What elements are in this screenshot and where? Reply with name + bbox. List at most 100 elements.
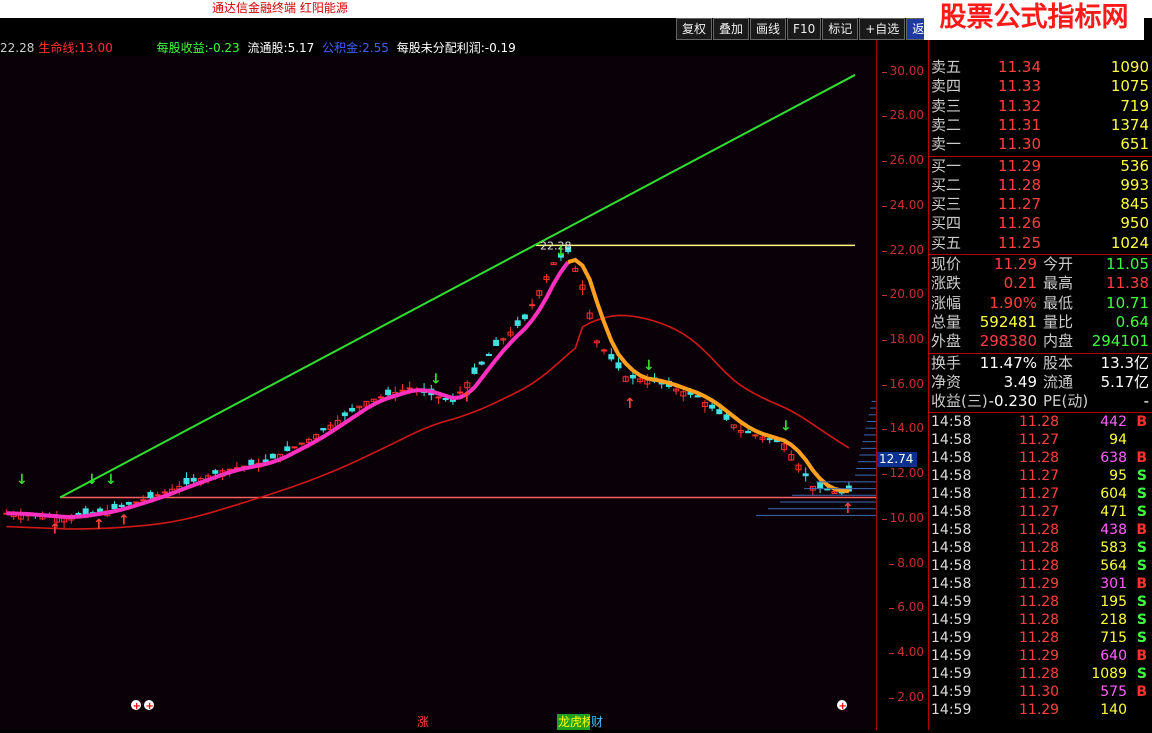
- candle-body: [629, 374, 636, 379]
- tick-time: 14:59: [931, 684, 972, 701]
- candle-body: [269, 453, 276, 459]
- tick-volume: 140: [1100, 702, 1127, 719]
- bid-price: 11.26: [998, 214, 1041, 233]
- candle-body: [118, 504, 125, 507]
- y-tick-label: 24.00: [881, 197, 924, 212]
- stat-value: 3.49: [1003, 372, 1037, 391]
- y-tick-label: 6.00: [889, 600, 924, 615]
- event-marker-plus: +: [133, 701, 141, 712]
- candle-body: [406, 387, 413, 390]
- tick-volume: 471: [1100, 504, 1127, 521]
- reserve-value: 2.55: [362, 41, 389, 55]
- eps-value: -0.23: [208, 41, 240, 55]
- tick-row: 14:58 11.27 95 S: [929, 467, 1152, 485]
- y-tick-label: 4.00: [889, 645, 924, 660]
- sell-arrow-icon: ↑: [49, 521, 61, 537]
- toolbar-button-1[interactable]: 叠加: [713, 18, 750, 40]
- stat-label: 股本: [1043, 353, 1074, 372]
- candle-body: [608, 354, 615, 360]
- tick-volume: 438: [1100, 522, 1127, 539]
- candle-body: [766, 438, 773, 441]
- tick-price: 11.29: [1019, 648, 1060, 665]
- toolbar-button-3[interactable]: F10: [787, 18, 822, 40]
- toolbar-button-5[interactable]: +自选: [859, 18, 906, 40]
- y-tick-label: 16.00: [881, 376, 924, 391]
- tick-price: 11.27: [1019, 504, 1060, 521]
- tick-row: 14:58 11.28 438 B: [929, 521, 1152, 539]
- tick-price: 11.29: [1019, 576, 1060, 593]
- candle-body: [82, 508, 89, 515]
- stat-label: 现价: [931, 255, 962, 273]
- ask-label: 卖二: [931, 115, 962, 134]
- kline-chart[interactable]: 22.28 ↓ ↓ ↓ ↓ ↓ ↓ ↓ ↑ ↑ ↑ ↑ ↑ ↑ + + +: [0, 56, 876, 730]
- candle-body: [190, 477, 197, 482]
- candle-body: [485, 353, 492, 356]
- quote-row: 买二 11.28 993: [929, 176, 1152, 195]
- toolbar-button-4[interactable]: 标记: [822, 18, 859, 40]
- tick-side: S: [1136, 468, 1147, 485]
- tick-side: S: [1136, 504, 1147, 521]
- tick-time: 14:59: [931, 648, 972, 665]
- bottom-tag-0[interactable]: 涨: [416, 714, 431, 730]
- tick-row: 14:58 11.27 604 S: [929, 485, 1152, 503]
- toolbar-button-2[interactable]: 画线: [750, 18, 787, 40]
- life-line-value: 13.00: [78, 41, 113, 55]
- stat-value: -0.230: [988, 392, 1037, 411]
- tick-time: 14:58: [931, 522, 972, 539]
- candle-body: [377, 396, 384, 399]
- ask-price: 11.30: [998, 135, 1041, 154]
- bid-volume: 845: [1120, 195, 1149, 214]
- kline-svg[interactable]: 22.28↓ ↓ ↓↓↓↓↓↑ ↑ ↑↑ ↑↑+ + +: [0, 56, 876, 730]
- buy-arrow-icon: ↓: [86, 472, 98, 488]
- buy-arrow-icon: ↓: [430, 372, 442, 388]
- tick-row: 14:58 11.27 471 S: [929, 503, 1152, 521]
- tick-price: 11.27: [1019, 468, 1060, 485]
- candle-body: [298, 442, 305, 445]
- stat-label: 换手: [931, 353, 962, 372]
- ask-volume: 1090: [1110, 58, 1149, 76]
- candle-body: [341, 412, 348, 417]
- quote-row: 总量 592481 量比 0.64: [929, 313, 1152, 332]
- life-line-label: 生命线:: [38, 41, 79, 55]
- y-tick-label: 30.00: [881, 63, 924, 78]
- y-tick-label: 26.00: [881, 153, 924, 168]
- toolbar-button-0[interactable]: 复权: [676, 18, 713, 40]
- tick-volume: 94: [1109, 432, 1127, 449]
- quote-panel: 卖五 11.34 1090 卖四 11.33 1075 卖三 11.32 719 卖二 11.31 1…: [928, 40, 1152, 730]
- quote-row: 卖五 11.34 1090: [929, 58, 1152, 77]
- candle-body: [745, 430, 752, 434]
- bottom-tag-2[interactable]: 财: [590, 714, 605, 730]
- bid-volume: 536: [1120, 156, 1149, 175]
- tick-row: 14:59 11.29 640 B: [929, 647, 1152, 665]
- tick-time: 14:58: [931, 540, 972, 557]
- stat-value: 11.47%: [979, 353, 1037, 372]
- tick-time: 14:58: [931, 504, 972, 521]
- stat-value: 11.29: [994, 255, 1037, 273]
- stat-label: 总量: [931, 312, 962, 331]
- tick-price: 11.27: [1019, 486, 1060, 503]
- candle-body: [349, 407, 356, 412]
- tick-row: 14:59 11.28 195 S: [929, 593, 1152, 611]
- candle-body: [284, 446, 291, 452]
- tick-time: 14:59: [931, 612, 972, 629]
- undistributed-profit-label: 每股未分配利润:: [396, 41, 485, 55]
- tick-side: B: [1136, 450, 1147, 467]
- tick-volume: 715: [1100, 630, 1127, 647]
- bottom-tags: 涨龙虎榜财: [0, 714, 876, 730]
- bid-volume: 1024: [1110, 233, 1149, 252]
- y-tick-label: 22.00: [881, 242, 924, 257]
- buy-arrow-icon: ↓: [643, 358, 655, 374]
- candle-body: [615, 362, 622, 369]
- y-tick-label: 10.00: [881, 510, 924, 525]
- tick-row: 14:59 11.30 575 B: [929, 683, 1152, 701]
- bid-label: 买三: [931, 195, 962, 214]
- stat-value: 5.17亿: [1100, 372, 1149, 391]
- stat-label: 今开: [1043, 255, 1074, 273]
- candle-body: [320, 428, 327, 431]
- candle-body: [471, 367, 478, 374]
- stat-value: 1.90%: [989, 293, 1037, 312]
- tick-row: 14:59 11.29 140: [929, 701, 1152, 719]
- ask-label: 卖三: [931, 96, 962, 115]
- stat-label: PE(动): [1043, 392, 1089, 411]
- bid-price: 11.27: [998, 195, 1041, 214]
